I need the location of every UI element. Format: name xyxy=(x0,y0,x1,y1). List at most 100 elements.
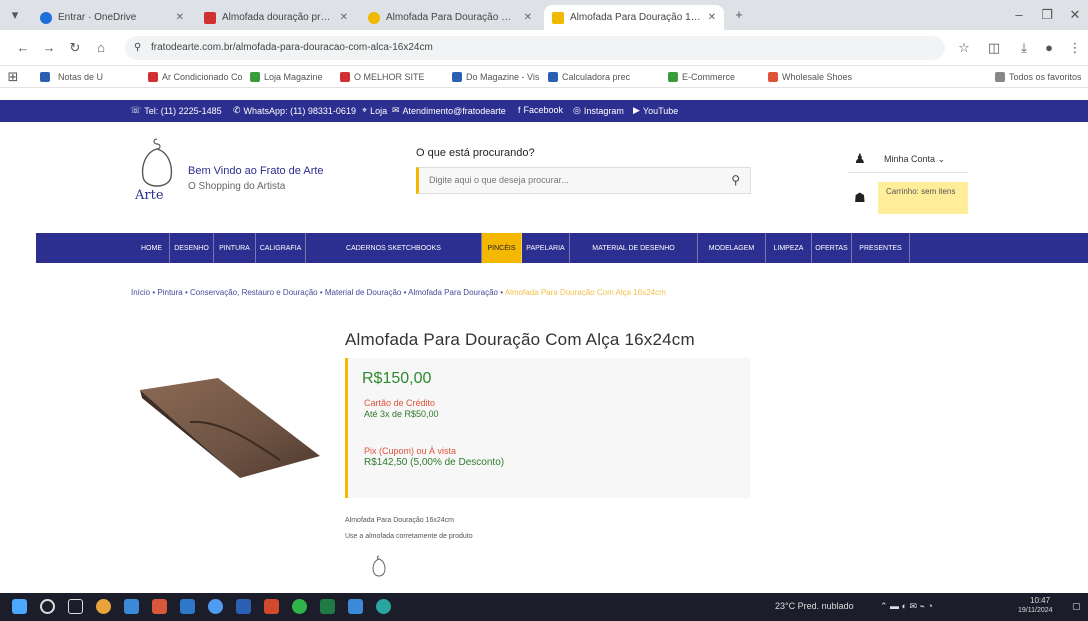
notifications-icon[interactable]: ▢ xyxy=(1072,601,1081,612)
nav-limpeza[interactable]: Limpeza xyxy=(766,233,812,263)
nav-presentes[interactable]: Presentes xyxy=(852,233,910,263)
tab-almofada-active[interactable]: Almofada Para Douração 16x2 ✕ xyxy=(544,5,724,30)
clock-time[interactable]: 10:47 xyxy=(1030,596,1050,605)
site-favicon-icon xyxy=(552,11,564,24)
close-icon[interactable]: ✕ xyxy=(176,12,184,23)
user-icon: ♟ xyxy=(854,151,866,166)
tab-almofada-profissional[interactable]: Almofada douração profissional ✕ xyxy=(196,5,356,30)
task-view-icon[interactable] xyxy=(68,599,83,614)
product-price: R$150,00 xyxy=(362,370,432,387)
pix-price: R$142,50 (5,00% de Desconto) xyxy=(364,457,505,468)
nav-papelaria[interactable]: Papelaria xyxy=(522,233,570,263)
photos-icon[interactable] xyxy=(208,599,223,614)
office-icon[interactable] xyxy=(152,599,167,614)
facebook-icon: f xyxy=(518,105,521,115)
site-contact-strip: ☏ Tel: (11) 2225-1485 ✆ WhatsApp: (11) 983… xyxy=(0,100,1088,122)
youtube-link[interactable]: ▶ YouTube xyxy=(633,105,678,116)
chrome-icon[interactable] xyxy=(96,599,111,614)
breadcrumb-item[interactable]: Material de Douração xyxy=(325,288,401,297)
bookmark-item[interactable]: Calculadora prec xyxy=(548,70,630,84)
nav-pintura[interactable]: Pintura xyxy=(214,233,256,263)
site-logo[interactable]: Arte xyxy=(133,135,181,203)
breadcrumb-item[interactable]: Início xyxy=(131,288,150,297)
extensions-icon[interactable]: ◫ xyxy=(985,39,1003,57)
tab-onedrive[interactable]: Entrar · OneDrive ✕ xyxy=(32,5,192,30)
email-link[interactable]: ✉ Atendimento@fratodearte xyxy=(392,105,506,116)
bookmark-item[interactable]: Notas de U xyxy=(40,70,103,84)
search-icon[interactable] xyxy=(40,599,55,614)
bookmark-favicon-icon xyxy=(768,72,778,82)
pear-logo-icon: Arte xyxy=(134,138,173,203)
home-icon[interactable]: ⌂ xyxy=(92,39,110,57)
apps-icon[interactable]: ⊞ xyxy=(4,68,22,86)
nav-pinceis[interactable]: Pincéis xyxy=(482,233,522,263)
cart-icon[interactable]: ☗ xyxy=(854,190,866,206)
bookmark-item[interactable]: Loja Magazine xyxy=(250,70,323,84)
product-image[interactable] xyxy=(130,370,330,480)
breadcrumb-item[interactable]: Almofada Para Douração xyxy=(408,288,498,297)
close-icon[interactable]: ✕ xyxy=(340,12,348,23)
phone-link[interactable]: ☏ Tel: (11) 2225-1485 xyxy=(130,105,222,116)
nav-ofertas[interactable]: Ofertas xyxy=(812,233,852,263)
close-icon[interactable]: ✕ xyxy=(524,12,532,23)
powerpoint-icon[interactable] xyxy=(264,599,279,614)
profile-icon[interactable]: ● xyxy=(1040,39,1058,57)
nav-caligrafia[interactable]: Caligrafia xyxy=(256,233,306,263)
gilding-cushion-image xyxy=(140,378,320,478)
mail-icon[interactable] xyxy=(180,599,195,614)
new-tab-icon[interactable]: + xyxy=(730,6,748,24)
breadcrumb-current: Almofada Para Douração Com Alça 16x24cm xyxy=(504,288,666,297)
bookmark-item[interactable]: Wholesale Shoes xyxy=(768,70,852,84)
bookmark-favicon-icon xyxy=(148,72,158,82)
all-bookmarks[interactable]: Todos os favoritos xyxy=(995,70,1082,84)
account-menu[interactable]: ♟ Minha Conta ⌄ xyxy=(848,147,968,173)
forward-icon[interactable]: → xyxy=(40,39,58,57)
address-bar[interactable]: ⚲ fratodearte.com.br/almofada-para-doura… xyxy=(125,36,945,60)
youtube-icon: ▶ xyxy=(633,105,640,115)
system-tray-icons[interactable]: ⌃ ▬ ◐ ✉ ⌁ ◔ xyxy=(880,601,933,612)
whatsapp-icon[interactable] xyxy=(292,599,307,614)
download-icon[interactable]: ⤓ xyxy=(1015,39,1033,57)
nav-material-desenho[interactable]: Material de Desenho xyxy=(570,233,698,263)
edge-icon[interactable] xyxy=(376,599,391,614)
explorer-icon[interactable] xyxy=(348,599,363,614)
reload-icon[interactable]: ↻ xyxy=(66,39,84,57)
cart-button[interactable]: Carrinho: sem itens xyxy=(878,182,968,214)
menu-icon[interactable]: ⋮ xyxy=(1066,39,1084,57)
product-title: Almofada Para Douração Com Alça 16x24cm xyxy=(345,330,695,349)
bookmark-star-icon[interactable]: ☆ xyxy=(955,39,973,57)
weather-widget[interactable]: 23°C Pred. nublado xyxy=(775,601,854,611)
nav-cadernos[interactable]: Cadernos Sketchbooks xyxy=(306,233,482,263)
minimize-icon[interactable]: – xyxy=(1010,6,1028,24)
tab-almofada-com[interactable]: Almofada Para Douração Com ✕ xyxy=(360,5,540,30)
nav-desenho[interactable]: Desenho xyxy=(170,233,214,263)
nav-modelagem[interactable]: Modelagem xyxy=(698,233,766,263)
excel-icon[interactable] xyxy=(320,599,335,614)
clock-date[interactable]: 19/11/2024 xyxy=(1018,607,1053,614)
bookmark-item[interactable]: O MELHOR SITE xyxy=(340,70,425,84)
account-label: Minha Conta ⌄ xyxy=(884,154,946,164)
instagram-link[interactable]: ◎ Instagram xyxy=(573,105,624,116)
facebook-link[interactable]: f Facebook xyxy=(518,105,563,115)
browser-toolbar: ← → ↻ ⌂ ⚲ fratodearte.com.br/almofada-pa… xyxy=(0,30,1088,66)
maximize-icon[interactable]: ❐ xyxy=(1038,6,1056,24)
site-info-icon[interactable]: ⚲ xyxy=(134,36,141,60)
tab-search-icon[interactable]: ▾ xyxy=(6,6,24,24)
bookmark-item[interactable]: E-Commerce xyxy=(668,70,735,84)
bookmark-item[interactable]: Do Magazine - Vis xyxy=(452,70,539,84)
nav-home[interactable]: Home xyxy=(134,233,170,263)
close-window-icon[interactable]: ✕ xyxy=(1066,6,1084,24)
breadcrumb-item[interactable]: Conservação, Restauro e Douração xyxy=(190,288,318,297)
close-icon[interactable]: ✕ xyxy=(708,12,716,23)
search-icon[interactable]: ⚲ xyxy=(731,173,740,187)
store-icon[interactable] xyxy=(124,599,139,614)
search-input[interactable]: Digite aqui o que deseja procurar... ⚲ xyxy=(416,167,751,194)
bookmark-item[interactable]: Ar Condicionado Co xyxy=(148,70,243,84)
location-icon: ⌖ xyxy=(362,105,368,115)
whatsapp-link[interactable]: ✆ WhatsApp: (11) 98331-0619 xyxy=(233,105,356,116)
back-icon[interactable]: ← xyxy=(14,39,32,57)
breadcrumb-item[interactable]: Pintura xyxy=(157,288,182,297)
word-icon[interactable] xyxy=(236,599,251,614)
start-icon[interactable] xyxy=(12,599,27,614)
store-link[interactable]: ⌖ Loja xyxy=(362,105,387,116)
